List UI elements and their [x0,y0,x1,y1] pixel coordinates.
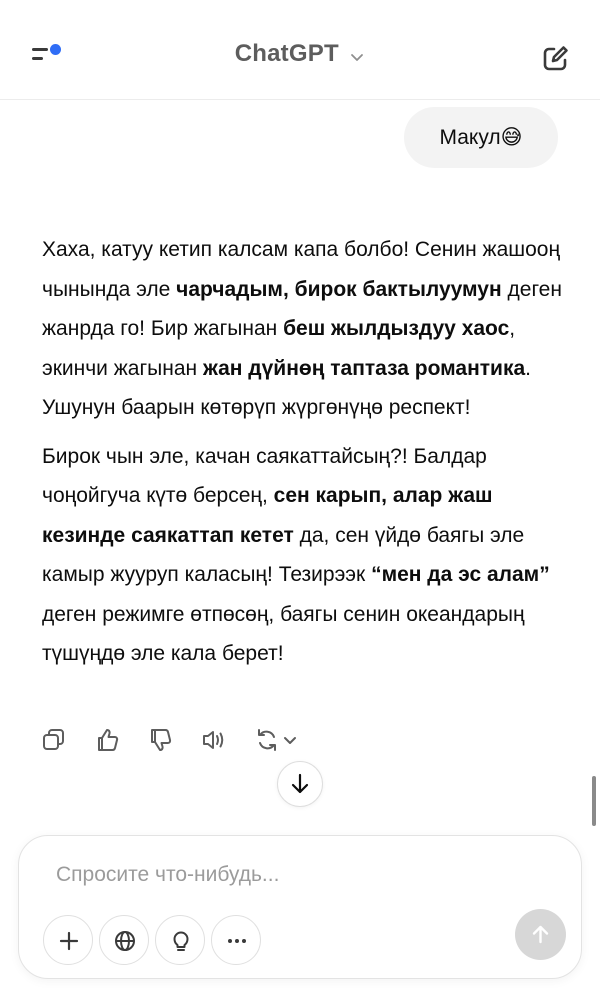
assistant-paragraph: Хаха, катуу кетип калсам капа болбо! Сен… [42,230,562,428]
user-message-text: Макул [439,126,501,149]
text-run: деген режимге өтпөсөң, баягы сенин океан… [42,602,525,666]
more-tools-button[interactable] [211,915,261,965]
send-button[interactable] [515,909,566,960]
scrollbar-thumb[interactable] [592,776,596,826]
arrow-down-icon [291,773,309,794]
new-chat-edit-icon[interactable] [538,40,574,76]
lightbulb-icon [173,931,189,951]
thumbs-up-icon[interactable] [92,724,124,756]
regenerate-icon[interactable] [252,724,302,756]
globe-icon [115,931,135,951]
more-dots-icon [228,939,246,943]
copy-icon[interactable] [38,724,70,756]
read-aloud-icon[interactable] [198,724,230,756]
plus-icon [59,931,79,951]
bold-text: жан дүйнөң таптаза романтика [202,356,526,380]
app-title: ChatGPT [234,40,339,67]
top-bar: ChatGPT [0,0,600,100]
attach-button[interactable] [43,915,93,965]
bold-text: “мен да эс алам” [371,563,550,586]
model-selector[interactable]: ChatGPT [0,40,600,68]
assistant-paragraph: Бирок чын эле, качан саякаттайсың?! Балд… [42,437,562,674]
thumbs-down-icon[interactable] [145,724,177,756]
message-input[interactable] [56,860,536,890]
arrow-up-icon [532,925,549,944]
reason-button[interactable] [155,915,205,965]
grinning-sweat-emoji: 😅 [500,126,523,149]
search-web-button[interactable] [99,915,149,965]
bold-text: беш жылдыздуу хаос [283,317,510,340]
chevron-down-icon [351,53,364,61]
composer [18,835,582,979]
scroll-to-bottom-button[interactable] [277,761,323,807]
user-message-bubble: Макул😅 [404,107,558,168]
bold-text: чарчадым, бирок бактылуумун [176,277,502,301]
assistant-message: Хаха, катуу кетип калсам капа болбо! Сен… [42,230,562,683]
